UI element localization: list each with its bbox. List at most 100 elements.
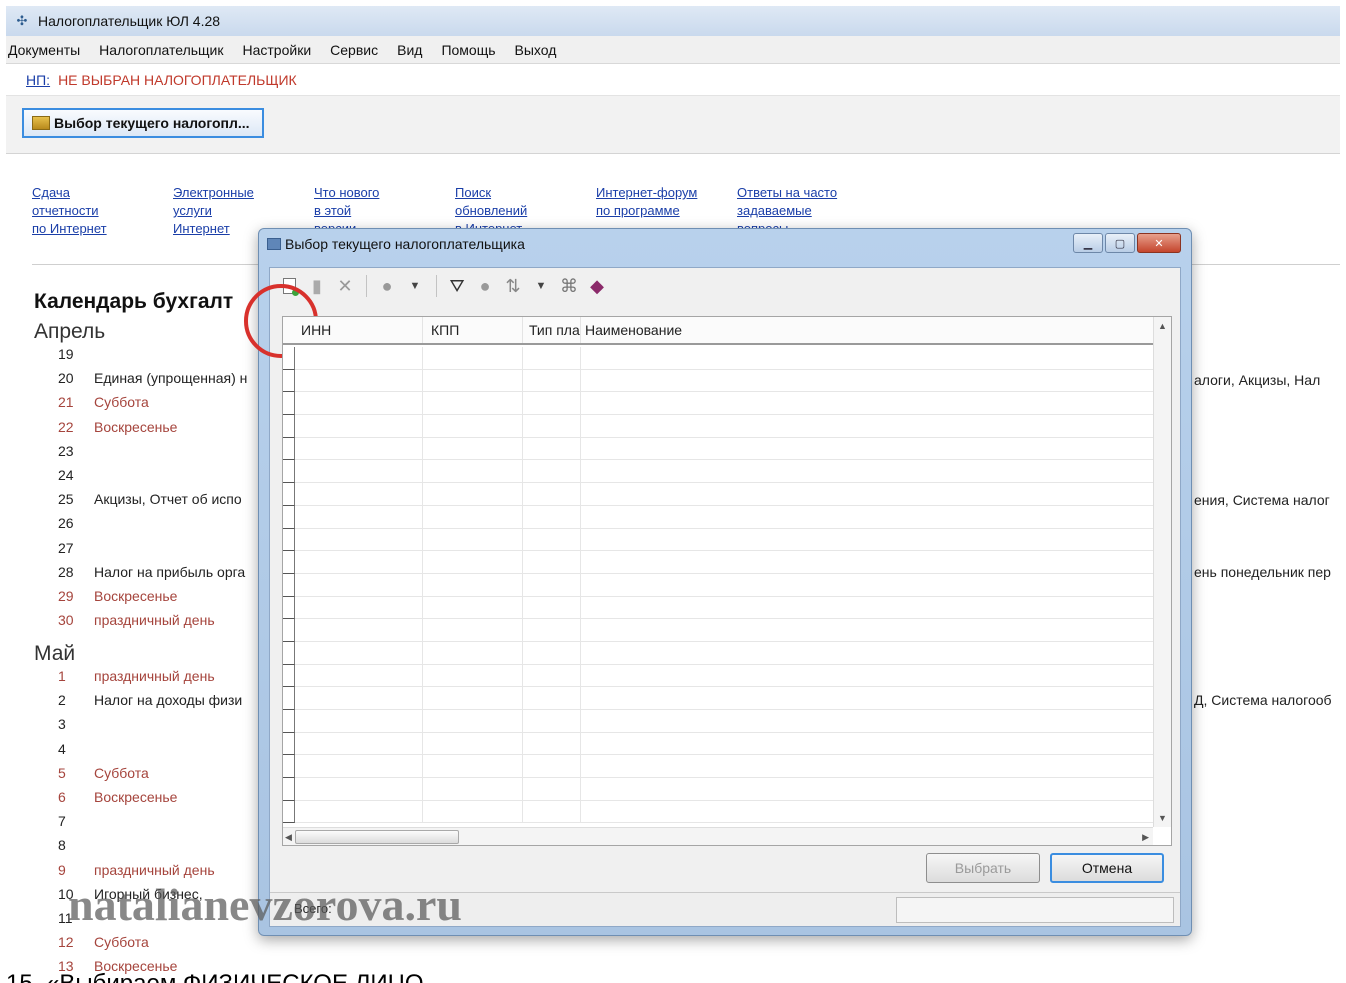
print-dropdown[interactable]: ▼ [402, 273, 428, 299]
table-row[interactable] [295, 755, 1153, 779]
row-selector[interactable] [283, 437, 295, 461]
calendar-day: 4 [58, 741, 94, 757]
select-button[interactable]: Выбрать [926, 853, 1040, 883]
row-selector[interactable] [283, 687, 295, 710]
table-row[interactable] [295, 732, 1153, 756]
sort-dropdown[interactable]: ▼ [528, 273, 554, 299]
table-row[interactable] [295, 596, 1153, 620]
table-row[interactable] [295, 483, 1153, 506]
table-row[interactable] [295, 369, 1153, 393]
row-selector[interactable] [283, 664, 295, 688]
table-row[interactable] [295, 778, 1153, 801]
delete-button[interactable]: ✕ [332, 273, 358, 299]
maximize-button[interactable]: ▢ [1105, 233, 1135, 253]
scroll-down-icon[interactable]: ▼ [1154, 809, 1171, 827]
column-kpp[interactable]: КПП [423, 317, 523, 343]
row-selector[interactable] [283, 369, 295, 393]
table-row[interactable] [295, 460, 1153, 484]
row-selector[interactable] [283, 505, 295, 529]
select-taxpayer-button[interactable]: Выбор текущего налогопл... [22, 108, 264, 138]
row-selector[interactable] [283, 392, 295, 416]
menu-taxpayer[interactable]: Налогоплательщик [99, 42, 223, 58]
row-selector[interactable] [283, 483, 295, 506]
table-row[interactable] [295, 573, 1153, 597]
day-event[interactable]: праздничный день [94, 862, 215, 878]
calendar-day: 23 [58, 443, 94, 459]
row-selector[interactable] [283, 800, 295, 824]
scroll-right-icon[interactable]: ▶ [1142, 828, 1149, 846]
column-name[interactable]: Наименование [581, 317, 1171, 343]
row-selector[interactable] [283, 347, 295, 370]
cancel-button[interactable]: Отмена [1050, 853, 1164, 883]
row-selector[interactable] [283, 755, 295, 779]
menu-help[interactable]: Помощь [441, 42, 495, 58]
day-event[interactable]: Единая (упрощенная) н [94, 370, 247, 386]
table-cell [523, 483, 581, 505]
link-internet-reporting[interactable]: Сдача отчетности по Интернет [32, 184, 173, 238]
table-cell [295, 505, 423, 528]
row-selector[interactable] [283, 710, 295, 733]
calendar-day: 8 [58, 837, 94, 853]
day-event[interactable]: Акцизы, Отчет об испо [94, 491, 242, 507]
menu-service[interactable]: Сервис [330, 42, 378, 58]
filter-button[interactable]: ⛛ [444, 273, 470, 299]
table-row[interactable] [295, 528, 1153, 552]
table-row[interactable] [295, 710, 1153, 733]
row-selector[interactable] [283, 641, 295, 665]
table-row[interactable] [295, 505, 1153, 529]
table-row[interactable] [295, 551, 1153, 574]
menu-exit[interactable]: Выход [515, 42, 557, 58]
table-row[interactable] [295, 392, 1153, 416]
day-number: 19 [58, 346, 74, 362]
day-number: 5 [58, 764, 66, 781]
day-event[interactable]: Суббота [94, 934, 149, 950]
table-row[interactable] [295, 415, 1153, 438]
menu-settings[interactable]: Настройки [243, 42, 312, 58]
column-inn[interactable]: ИНН [283, 317, 423, 343]
row-selector[interactable] [283, 551, 295, 574]
row-selector[interactable] [283, 778, 295, 801]
column-payer-type[interactable]: Тип пла [523, 317, 581, 343]
day-event[interactable]: Воскресенье [94, 789, 177, 805]
day-event[interactable]: праздничный день [94, 612, 215, 628]
dialog-title-bar: Выбор текущего налогоплательщика ▁ ▢ ✕ [259, 229, 1191, 259]
clear-filter-button[interactable]: ● [472, 273, 498, 299]
table-cell [423, 710, 523, 732]
day-event[interactable]: праздничный день [94, 668, 215, 684]
table-row[interactable] [295, 664, 1153, 688]
books-button[interactable]: ◆ [584, 273, 610, 299]
table-cell [295, 687, 423, 709]
table-row[interactable] [295, 687, 1153, 710]
day-event[interactable]: Налог на доходы физи [94, 692, 242, 708]
day-event[interactable]: Налог на прибыль орга [94, 564, 245, 580]
table-row[interactable] [295, 641, 1153, 665]
print-button[interactable]: ● [374, 273, 400, 299]
vertical-scrollbar[interactable]: ▲ ▼ [1153, 317, 1171, 827]
row-selector[interactable] [283, 415, 295, 438]
menu-documents[interactable]: Документы [8, 42, 80, 58]
row-selector[interactable] [283, 619, 295, 642]
table-row[interactable] [295, 437, 1153, 461]
np-link[interactable]: НП: [26, 72, 50, 88]
row-selector[interactable] [283, 528, 295, 552]
table-row[interactable] [295, 800, 1153, 824]
row-selector[interactable] [283, 596, 295, 620]
scroll-up-icon[interactable]: ▲ [1154, 317, 1171, 335]
day-event[interactable]: Воскресенье [94, 419, 177, 435]
day-event[interactable]: Суббота [94, 765, 149, 781]
minimize-button[interactable]: ▁ [1073, 233, 1103, 253]
day-event[interactable]: Суббота [94, 394, 149, 410]
table-row[interactable] [295, 619, 1153, 642]
sort-button[interactable]: ⇅ [500, 273, 526, 299]
row-selector[interactable] [283, 460, 295, 484]
day-event[interactable]: Воскресенье [94, 588, 177, 604]
table-row[interactable] [295, 347, 1153, 370]
row-selector[interactable] [283, 732, 295, 756]
horizontal-scrollbar[interactable]: ◀ ▶ [283, 827, 1153, 845]
menu-view[interactable]: Вид [397, 42, 422, 58]
find-button[interactable]: ⌘ [556, 273, 582, 299]
scroll-thumb[interactable] [295, 830, 459, 844]
scroll-left-icon[interactable]: ◀ [285, 828, 292, 846]
close-button[interactable]: ✕ [1137, 233, 1181, 253]
row-selector[interactable] [283, 573, 295, 597]
